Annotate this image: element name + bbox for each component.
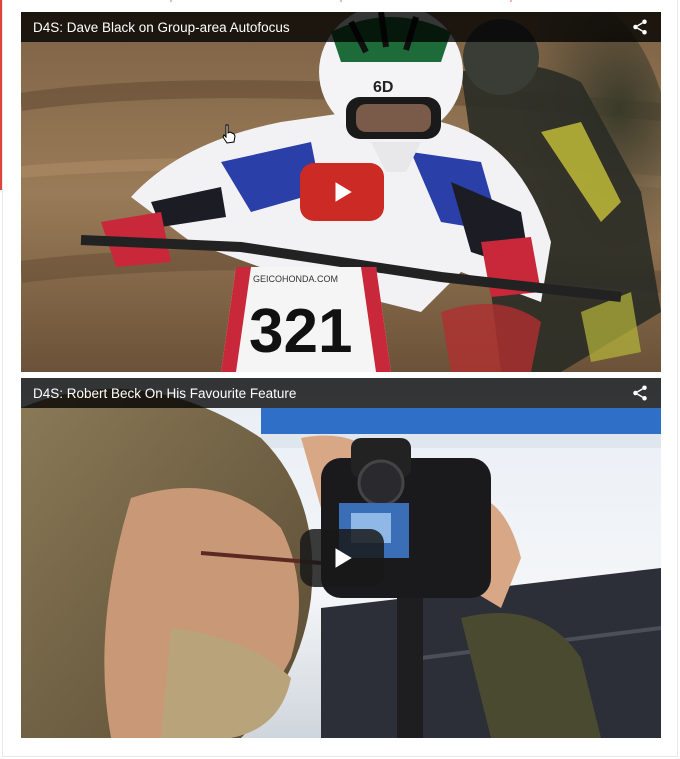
video-embed-dave-black[interactable]: 6D GEICOHONDA.COM 321 D4S: Dave Black on… [21, 12, 661, 372]
bib-number: 321 [249, 297, 352, 366]
play-icon [335, 548, 352, 568]
top-divider-mark [340, 0, 342, 2]
video-title-bar: D4S: Robert Beck On His Favourite Featur… [21, 378, 661, 408]
sponsor-text: GEICOHONDA.COM [253, 274, 338, 284]
top-divider-mark [170, 0, 172, 2]
share-icon[interactable] [631, 18, 649, 36]
hand-cursor-icon [222, 124, 236, 144]
top-divider-mark [510, 0, 512, 2]
share-icon[interactable] [631, 384, 649, 402]
play-button[interactable] [300, 529, 384, 587]
video-title[interactable]: D4S: Dave Black on Group-area Autofocus [33, 20, 623, 35]
helmet-logo: 6D [373, 79, 393, 96]
play-button[interactable] [300, 163, 384, 221]
video-title[interactable]: D4S: Robert Beck On His Favourite Featur… [33, 386, 623, 401]
left-accent-bar [0, 0, 2, 190]
video-title-bar: D4S: Dave Black on Group-area Autofocus [21, 12, 661, 42]
video-embed-robert-beck[interactable]: D4S: Robert Beck On His Favourite Featur… [21, 378, 661, 738]
play-icon [335, 182, 352, 202]
